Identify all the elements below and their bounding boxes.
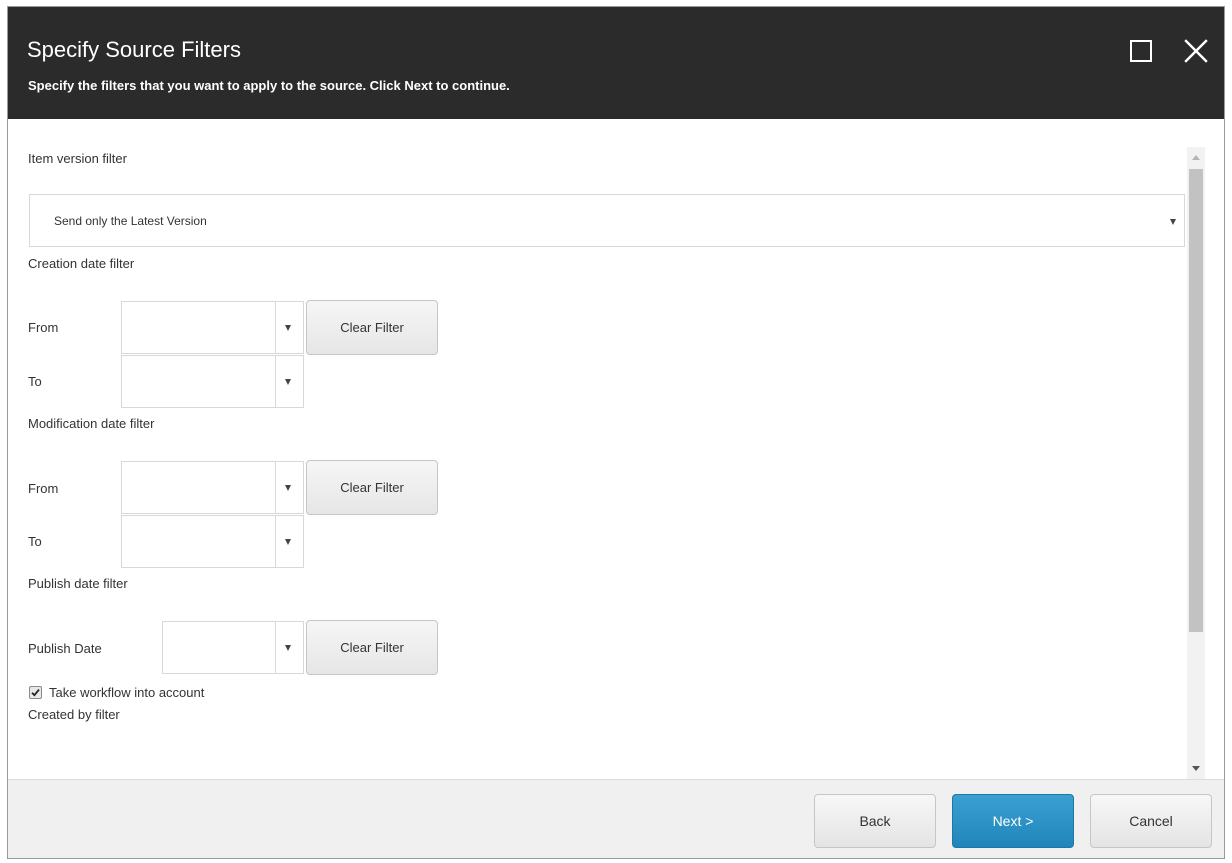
- item-version-select[interactable]: Send only the Latest Version: [29, 194, 1185, 247]
- specify-source-filters-dialog: Specify Source Filters Specify the filte…: [7, 6, 1225, 859]
- item-version-filter-label: Item version filter: [28, 151, 127, 166]
- publish-date-field[interactable]: [163, 622, 276, 673]
- dialog-header: Specify Source Filters Specify the filte…: [8, 7, 1224, 119]
- chevron-down-icon: [285, 485, 291, 491]
- creation-to-date-input: [121, 355, 304, 408]
- scroll-down-arrow-icon[interactable]: [1192, 766, 1200, 771]
- close-x-icon: [1184, 39, 1208, 63]
- publish-date-filter-label: Publish date filter: [28, 576, 128, 591]
- item-version-selected-value: Send only the Latest Version: [54, 214, 207, 228]
- chevron-down-icon: [285, 645, 291, 651]
- modification-from-label: From: [28, 481, 59, 496]
- modification-from-dropdown-button[interactable]: [275, 462, 303, 513]
- dialog-footer: Back Next > Cancel: [8, 779, 1224, 858]
- dialog-title: Specify Source Filters: [27, 37, 241, 62]
- creation-date-filter-label: Creation date filter: [28, 256, 135, 271]
- scroll-up-arrow-icon[interactable]: [1192, 155, 1200, 160]
- creation-from-dropdown-button[interactable]: [275, 302, 303, 353]
- creation-to-label: To: [28, 374, 42, 389]
- created-by-filter-label: Created by filter: [28, 707, 120, 722]
- workflow-checkbox[interactable]: [29, 686, 42, 699]
- checkmark-icon: [31, 689, 40, 697]
- creation-from-date-input: [121, 301, 304, 354]
- creation-to-date-field[interactable]: [122, 356, 276, 407]
- maximize-square-icon: [1130, 40, 1152, 62]
- chevron-down-icon: [285, 325, 291, 331]
- creation-from-label: From: [28, 320, 59, 335]
- modification-from-date-field[interactable]: [122, 462, 276, 513]
- publish-date-label: Publish Date: [28, 641, 102, 656]
- chevron-down-icon: [285, 379, 291, 385]
- dialog-subtitle: Specify the filters that you want to app…: [28, 78, 510, 93]
- scrollbar-thumb[interactable]: [1189, 169, 1203, 632]
- chevron-down-icon: [1170, 219, 1176, 225]
- maximize-button[interactable]: [1127, 37, 1155, 65]
- creation-clear-filter-button[interactable]: Clear Filter: [306, 300, 438, 355]
- next-button[interactable]: Next >: [952, 794, 1074, 848]
- modification-to-date-field[interactable]: [122, 516, 276, 567]
- modification-date-filter-label: Modification date filter: [28, 416, 155, 431]
- dialog-content: Item version filter Send only the Latest…: [8, 119, 1224, 779]
- modification-to-label: To: [28, 534, 42, 549]
- workflow-checkbox-label: Take workflow into account: [49, 685, 205, 700]
- modification-to-dropdown-button[interactable]: [275, 516, 303, 567]
- close-button[interactable]: [1182, 37, 1210, 65]
- modification-clear-filter-button[interactable]: Clear Filter: [306, 460, 438, 515]
- vertical-scrollbar[interactable]: [1187, 147, 1205, 779]
- modification-from-date-input: [121, 461, 304, 514]
- modification-to-date-input: [121, 515, 304, 568]
- chevron-down-icon: [285, 539, 291, 545]
- creation-to-dropdown-button[interactable]: [275, 356, 303, 407]
- cancel-button[interactable]: Cancel: [1090, 794, 1212, 848]
- publish-date-dropdown-button[interactable]: [275, 622, 303, 673]
- back-button[interactable]: Back: [814, 794, 936, 848]
- publish-clear-filter-button[interactable]: Clear Filter: [306, 620, 438, 675]
- creation-from-date-field[interactable]: [122, 302, 276, 353]
- publish-date-input: [162, 621, 304, 674]
